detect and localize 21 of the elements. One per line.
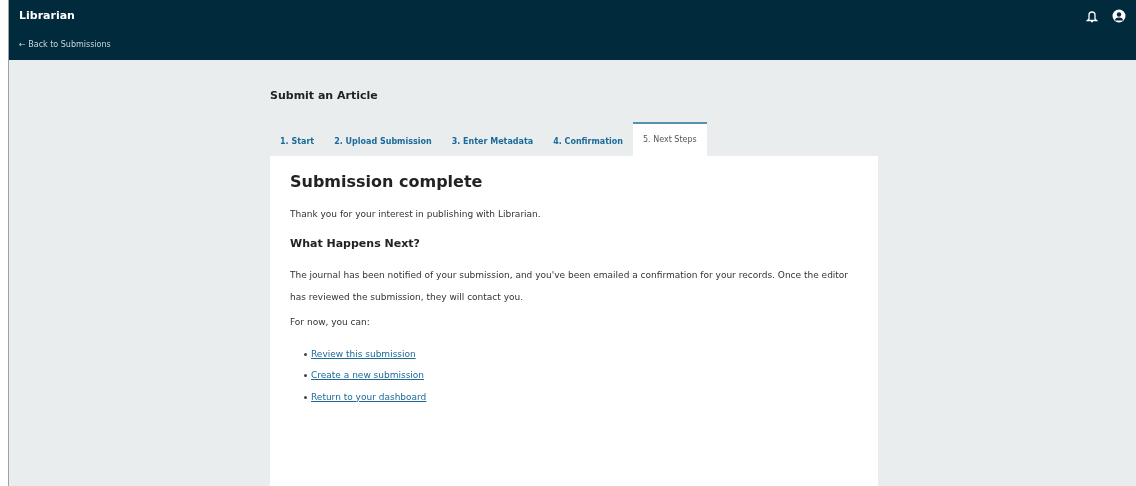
action-link[interactable]: Review this submission xyxy=(311,347,416,361)
body-paragraph: The journal has been notified of your submission, and you've been emailed a confirmation for your records. Once the editor has reviewed the submission, they will contact you. xyxy=(290,269,850,304)
bullet-icon xyxy=(304,374,307,378)
bullet-icon xyxy=(304,352,307,356)
site-title: Librarian xyxy=(19,8,76,24)
intro-text: Thank you for your interest in publishing with Librarian. xyxy=(290,208,541,221)
step-tab[interactable]: 2. Upload Submission xyxy=(324,128,442,156)
action-link[interactable]: Create a new submission xyxy=(311,369,425,383)
user-avatar-icon[interactable] xyxy=(1112,9,1126,23)
card-heading: Submission complete xyxy=(290,171,483,193)
bell-icon[interactable] xyxy=(1086,9,1098,23)
step-tab[interactable]: 1. Start xyxy=(270,128,325,156)
step-tab[interactable]: 3. Enter Metadata xyxy=(441,128,544,156)
step-tab[interactable]: 5. Next Steps xyxy=(632,122,707,156)
bullet-icon xyxy=(304,395,307,399)
subheading: What Happens Next? xyxy=(290,235,420,252)
back-link[interactable]: ← Back to Submissions xyxy=(19,38,111,51)
step-tab[interactable]: 4. Confirmation xyxy=(543,128,633,156)
lead-text: For now, you can: xyxy=(290,316,370,329)
page-title: Submit an Article xyxy=(270,87,379,104)
action-link[interactable]: Return to your dashboard xyxy=(311,390,427,404)
